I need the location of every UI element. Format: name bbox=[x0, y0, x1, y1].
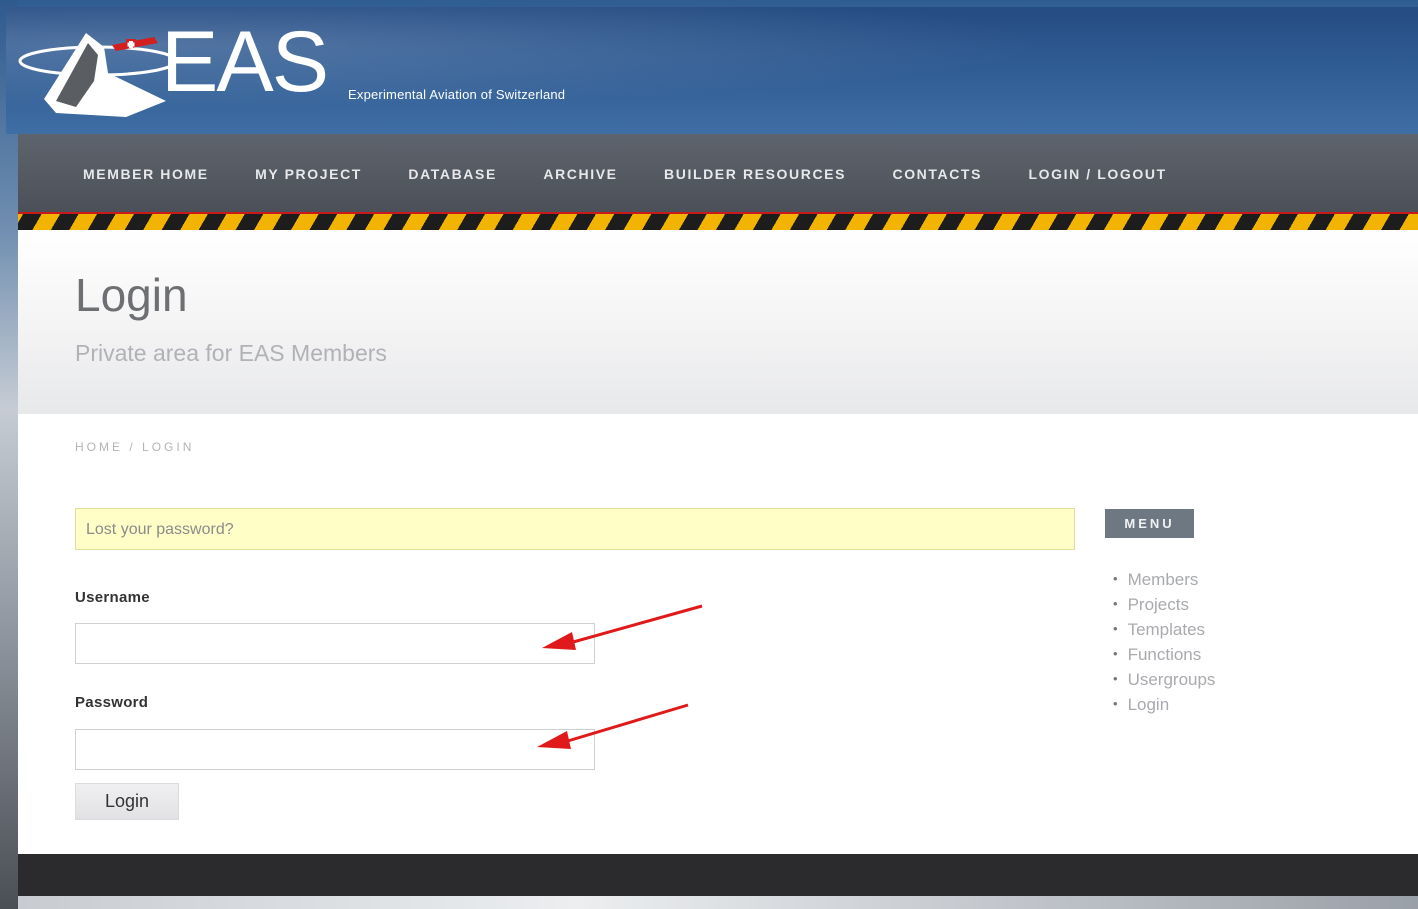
page-title: Login bbox=[75, 269, 188, 321]
sidebar-item-login[interactable]: Login bbox=[1113, 692, 1215, 717]
breadcrumb-separator: / bbox=[129, 440, 136, 454]
lost-password-link[interactable]: Lost your password? bbox=[75, 508, 1075, 550]
nav-item-my-project[interactable]: MY PROJECT bbox=[255, 166, 362, 182]
sidebar-item-usergroups[interactable]: Usergroups bbox=[1113, 667, 1216, 692]
sidebar-menu-heading: MENU bbox=[1105, 509, 1194, 538]
nav-item-login-logout[interactable]: LOGIN / LOGOUT bbox=[1028, 166, 1166, 182]
breadcrumb-home[interactable]: HOME bbox=[75, 440, 123, 454]
sidebar-item-projects[interactable]: Projects bbox=[1113, 592, 1215, 617]
nav-item-archive[interactable]: ARCHIVE bbox=[543, 166, 617, 182]
sidebar-item-members[interactable]: Members bbox=[1113, 567, 1215, 592]
footer-background-strip bbox=[18, 896, 1418, 909]
sidebar-menu: Members Projects Templates Functions Use… bbox=[1113, 567, 1216, 717]
password-label: Password bbox=[75, 694, 149, 711]
red-arrow-icon bbox=[542, 604, 703, 650]
sidebar-item-functions[interactable]: Functions bbox=[1113, 642, 1215, 667]
nav-item-builder-resources[interactable]: BUILDER RESOURCES bbox=[664, 166, 846, 182]
page-background-left bbox=[0, 0, 18, 909]
site-logo-subtitle: Experimental Aviation of Switzerland bbox=[348, 87, 566, 102]
username-label: Username bbox=[75, 589, 150, 606]
page-subtitle: Private area for EAS Members bbox=[75, 340, 387, 366]
main-content: HOME / LOGIN Lost your password? Usernam… bbox=[18, 414, 1418, 854]
aircraft-logo-icon[interactable] bbox=[16, 21, 176, 121]
login-submit-button[interactable]: Login bbox=[75, 783, 179, 820]
site-logo-text[interactable]: EAS bbox=[161, 19, 329, 105]
main-nav-list: MEMBER HOME MY PROJECT DATABASE ARCHIVE … bbox=[83, 166, 1209, 184]
main-nav: MEMBER HOME MY PROJECT DATABASE ARCHIVE … bbox=[18, 134, 1418, 214]
nav-item-database[interactable]: DATABASE bbox=[408, 166, 497, 182]
site-footer bbox=[18, 854, 1418, 896]
password-input[interactable] bbox=[75, 729, 595, 770]
breadcrumb: HOME / LOGIN bbox=[75, 440, 194, 454]
hazard-stripe-divider bbox=[18, 212, 1418, 230]
page-wrapper: EAS Experimental Aviation of Switzerland… bbox=[6, 7, 1418, 909]
site-header: EAS Experimental Aviation of Switzerland bbox=[6, 7, 1418, 134]
breadcrumb-current: LOGIN bbox=[142, 440, 195, 454]
nav-item-member-home[interactable]: MEMBER HOME bbox=[83, 166, 209, 182]
username-input[interactable] bbox=[75, 623, 595, 664]
sidebar-item-templates[interactable]: Templates bbox=[1113, 617, 1215, 642]
red-arrow-icon bbox=[537, 703, 689, 749]
nav-item-contacts[interactable]: CONTACTS bbox=[892, 166, 982, 182]
page-title-banner: Login Private area for EAS Members bbox=[18, 230, 1418, 414]
